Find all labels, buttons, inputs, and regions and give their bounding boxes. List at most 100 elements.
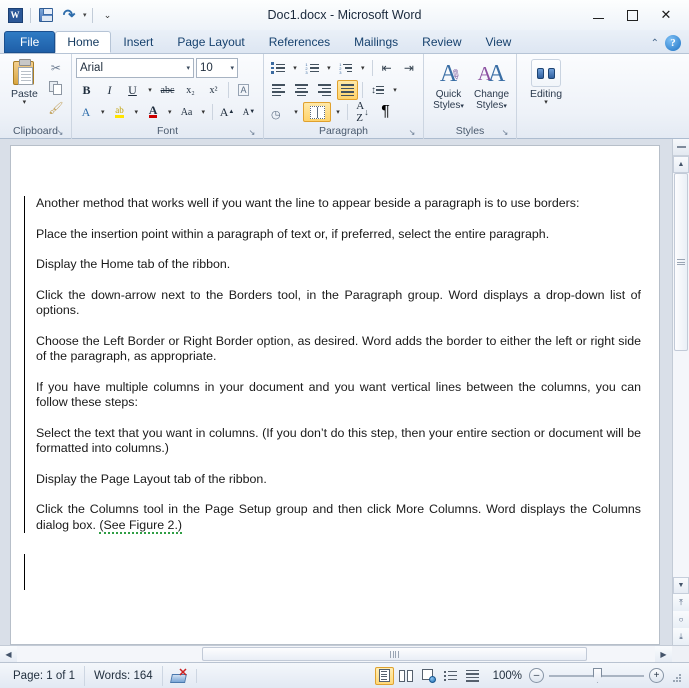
grow-font-icon[interactable]: A ▲ <box>217 102 237 122</box>
subscript-button[interactable]: x₂ <box>180 80 201 100</box>
scroll-left-button[interactable]: ◀ <box>0 646 17 662</box>
page-indicator[interactable]: Page: 1 of 1 <box>4 665 86 686</box>
text-effects-icon[interactable]: A <box>76 102 96 122</box>
cut-icon[interactable]: ✂ <box>47 60 64 76</box>
align-right-icon[interactable] <box>314 80 335 100</box>
zoom-slider-thumb[interactable] <box>593 668 602 683</box>
save-icon[interactable] <box>36 5 56 25</box>
clipboard-dialog-launcher[interactable]: ↘ <box>55 128 65 138</box>
decrease-indent-icon[interactable]: ⇤ <box>377 58 397 78</box>
view-print-layout-button[interactable] <box>374 666 394 685</box>
font-color-icon[interactable]: A <box>143 102 163 122</box>
tab-insert[interactable]: Insert <box>111 31 165 53</box>
scroll-down-button[interactable]: ▼ <box>673 577 689 594</box>
multilevel-dropdown-icon[interactable]: ▾ <box>358 58 368 78</box>
zoom-slider[interactable] <box>549 668 644 683</box>
show-formatting-marks-icon[interactable]: ¶ <box>375 102 396 122</box>
document-page[interactable]: Another method that works well if you wa… <box>10 145 660 645</box>
horizontal-scrollbar[interactable]: ◀ ▶ <box>0 645 689 662</box>
tab-file[interactable]: File <box>4 31 56 53</box>
scroll-right-button[interactable]: ▶ <box>655 646 672 662</box>
paste-dropdown-icon[interactable]: ▾ <box>23 99 27 106</box>
paste-button[interactable]: Paste ▾ <box>4 57 45 116</box>
bullets-icon[interactable] <box>268 58 288 78</box>
view-full-screen-reading-button[interactable] <box>397 667 416 685</box>
italic-button[interactable]: I <box>99 80 120 100</box>
tab-view[interactable]: View <box>474 31 524 53</box>
line-spacing-icon[interactable]: ↕ <box>367 80 388 100</box>
word-count[interactable]: Words: 164 <box>85 665 163 686</box>
zoom-out-button[interactable]: – <box>529 668 544 683</box>
underline-dropdown-icon[interactable]: ▾ <box>145 80 155 100</box>
styles-dialog-launcher[interactable]: ↘ <box>500 128 510 138</box>
editing-dropdown-icon[interactable]: ▾ <box>544 99 548 106</box>
zoom-level[interactable]: 100% <box>485 670 526 682</box>
change-styles-button[interactable]: AA Change Styles▾ <box>471 57 512 112</box>
resize-grip[interactable] <box>669 670 681 682</box>
view-outline-button[interactable] <box>441 667 460 685</box>
maximize-button[interactable] <box>615 4 649 26</box>
horizontal-scroll-thumb[interactable] <box>202 647 587 661</box>
tab-references[interactable]: References <box>257 31 342 53</box>
shrink-font-icon[interactable]: A ▼ <box>239 102 259 122</box>
font-name-combo[interactable]: Arial ▾ <box>76 58 194 78</box>
align-left-icon[interactable] <box>268 80 289 100</box>
shading-dropdown-icon[interactable]: ▾ <box>291 102 301 122</box>
numbering-dropdown-icon[interactable]: ▾ <box>324 58 334 78</box>
font-dialog-launcher[interactable]: ↘ <box>247 128 257 138</box>
sort-icon[interactable]: A Z ↓ <box>352 100 373 124</box>
shading-icon[interactable]: ◷ <box>268 102 289 122</box>
underline-button[interactable]: U <box>122 80 143 100</box>
change-case-dropdown-icon[interactable]: ▾ <box>199 102 209 122</box>
proofing-status-button[interactable]: ✕ <box>163 667 197 683</box>
text-effects-dropdown-icon[interactable]: ▾ <box>98 102 108 122</box>
tab-mailings[interactable]: Mailings <box>342 31 410 53</box>
multilevel-list-icon[interactable]: 123 <box>336 58 356 78</box>
paragraph-dialog-launcher[interactable]: ↘ <box>407 128 417 138</box>
bold-button[interactable]: B <box>76 80 97 100</box>
undo-icon[interactable]: ↷ <box>59 5 79 25</box>
borders-icon[interactable] <box>303 102 331 122</box>
font-size-combo[interactable]: 10 ▾ <box>196 58 238 78</box>
zoom-in-button[interactable]: + <box>649 668 664 683</box>
change-styles-caret-icon[interactable]: ▾ <box>503 103 507 110</box>
select-browse-object-button[interactable]: ○ <box>673 611 689 628</box>
close-button[interactable]: ✕ <box>649 4 683 26</box>
increase-indent-icon[interactable]: ⇥ <box>399 58 419 78</box>
quick-styles-caret-icon[interactable]: ▾ <box>460 103 464 110</box>
borders-dropdown-icon[interactable]: ▾ <box>333 102 343 122</box>
vertical-scroll-thumb[interactable] <box>674 173 688 351</box>
change-case-icon[interactable]: Aa <box>177 102 197 122</box>
word-logo-icon[interactable]: W <box>5 5 25 25</box>
view-web-layout-button[interactable] <box>419 667 438 685</box>
tab-page-layout[interactable]: Page Layout <box>165 31 256 53</box>
tab-review[interactable]: Review <box>410 31 473 53</box>
undo-dropdown-icon[interactable]: ▾ <box>83 11 87 19</box>
vertical-scrollbar[interactable]: ▲ ▼ ⤒ ○ ⤓ <box>672 139 689 645</box>
view-draft-button[interactable] <box>463 667 482 685</box>
tab-home[interactable]: Home <box>55 31 112 53</box>
font-color-dropdown-icon[interactable]: ▾ <box>165 102 175 122</box>
align-center-icon[interactable] <box>291 80 312 100</box>
clear-formatting-icon[interactable]: A <box>233 80 254 100</box>
format-painter-icon[interactable]: 🖌 <box>47 100 64 116</box>
next-page-button[interactable]: ⤓ <box>673 628 689 645</box>
text-highlight-icon[interactable]: ab <box>110 102 130 122</box>
help-icon[interactable]: ? <box>665 35 681 51</box>
collapse-ribbon-icon[interactable]: ⌃ <box>651 38 659 49</box>
previous-page-button[interactable]: ⤒ <box>673 594 689 611</box>
minimize-button[interactable] <box>581 4 615 26</box>
split-handle[interactable] <box>673 139 689 156</box>
bullets-dropdown-icon[interactable]: ▾ <box>290 58 300 78</box>
scroll-up-button[interactable]: ▲ <box>673 156 689 173</box>
highlight-dropdown-icon[interactable]: ▾ <box>132 102 142 122</box>
horizontal-scroll-track[interactable] <box>17 646 655 662</box>
customize-qat-icon[interactable]: ⌄ <box>98 5 118 25</box>
strikethrough-button[interactable]: abc <box>157 80 178 100</box>
numbering-icon[interactable]: 123 <box>302 58 322 78</box>
line-spacing-dropdown-icon[interactable]: ▾ <box>390 80 400 100</box>
quick-styles-button[interactable]: A ✎ Quick Styles▾ <box>428 57 469 112</box>
copy-icon[interactable] <box>47 80 64 96</box>
superscript-button[interactable]: x² <box>203 80 224 100</box>
vertical-scroll-track[interactable] <box>673 173 689 577</box>
